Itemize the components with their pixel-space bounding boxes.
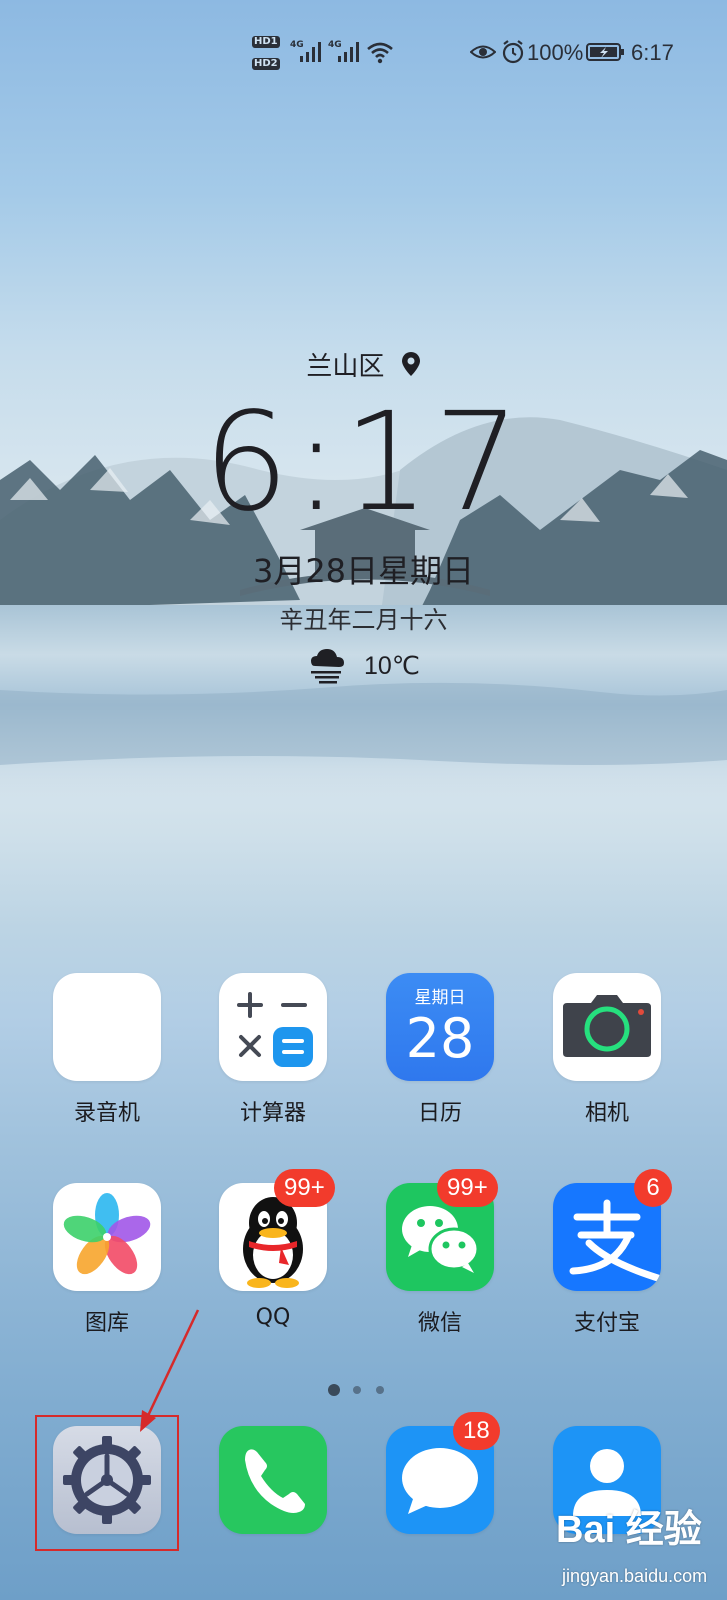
baidu-jingyan-watermark: Bai 经验 jingyan.baidu.com <box>556 1498 726 1594</box>
watermark-url: jingyan.baidu.com <box>562 1566 708 1586</box>
watermark-brand: Bai 经验 <box>556 1509 702 1551</box>
annotation-arrow-icon <box>140 1309 200 1432</box>
